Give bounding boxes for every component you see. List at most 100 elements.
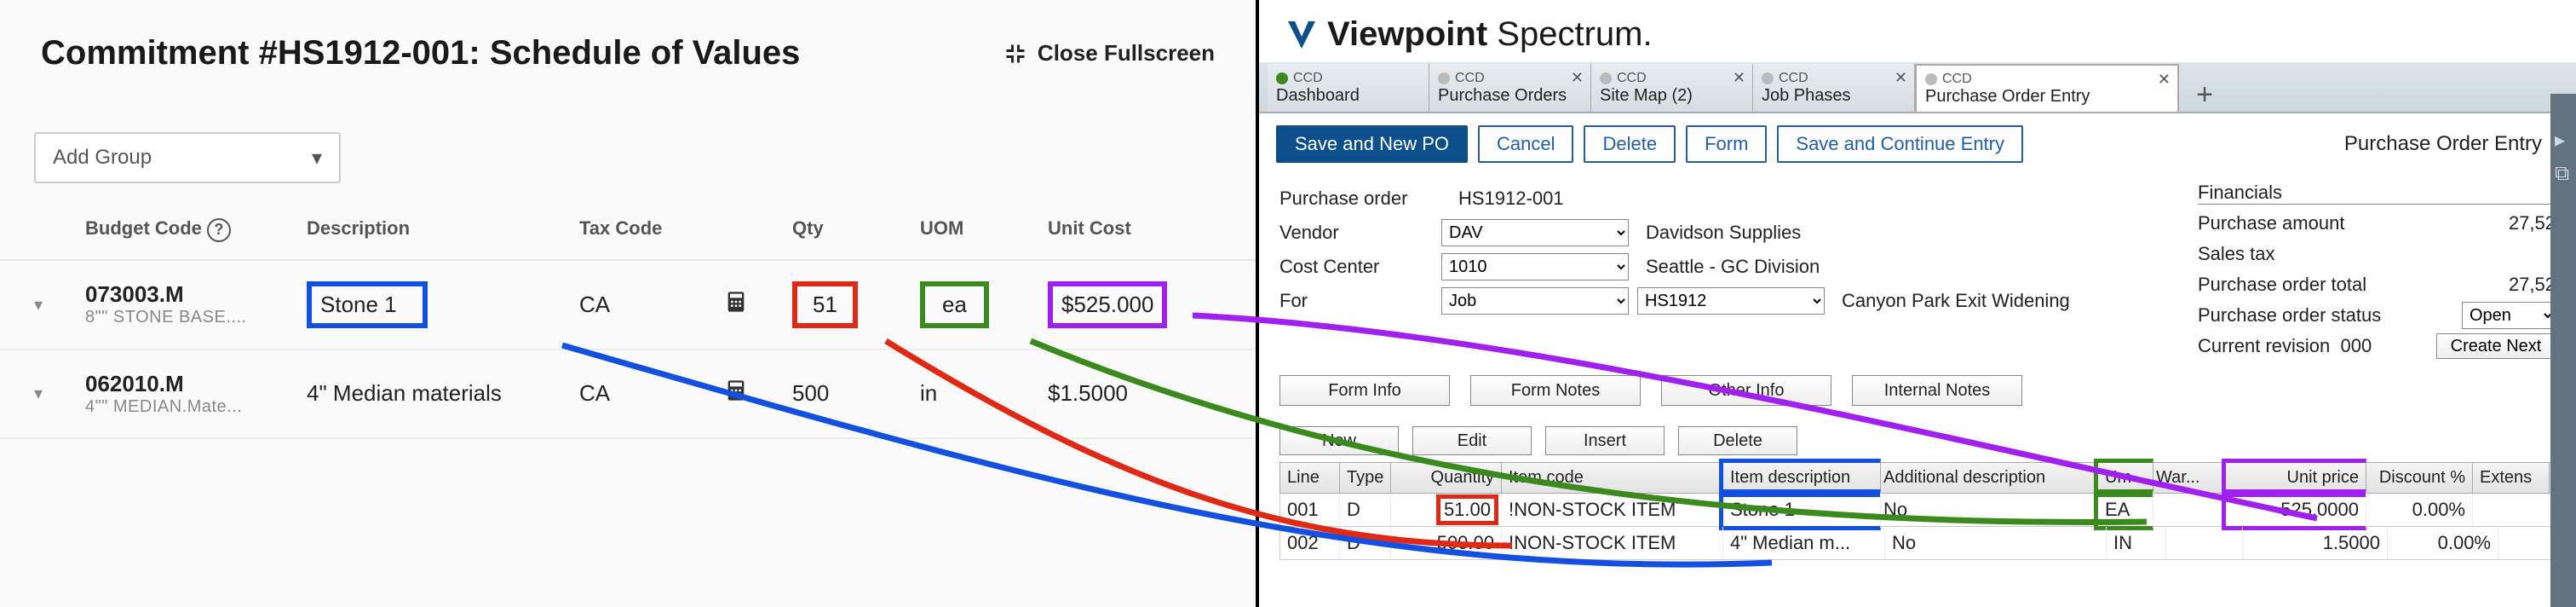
collapse-icon <box>1003 42 1027 66</box>
sov-qty: 500 <box>792 380 920 407</box>
page-title: Commitment #HS1912-001: Schedule of Valu… <box>41 34 800 72</box>
info-button-row: Form Info Form Notes Other Info Internal… <box>1279 375 2576 406</box>
for-label: For <box>1279 290 1441 312</box>
cc-label: Cost Center <box>1279 256 1441 278</box>
page-subtitle: Purchase Order Entry <box>2344 132 2542 156</box>
grid-edit-button[interactable]: Edit <box>1412 426 1532 455</box>
calculator-icon[interactable] <box>724 379 748 402</box>
tab-dot-icon <box>1762 72 1774 84</box>
save-continue-button[interactable]: Save and Continue Entry <box>1777 125 2023 163</box>
right-sidebar-strip[interactable]: ▸ ⧉ <box>2550 94 2576 607</box>
create-next-button[interactable]: Create Next <box>2436 333 2556 359</box>
sov-tax: CA <box>579 292 724 318</box>
close-icon[interactable]: ✕ <box>1571 69 1584 87</box>
left-panel: Commitment #HS1912-001: Schedule of Valu… <box>0 0 1259 607</box>
financials-header: Financials <box>2198 182 2556 205</box>
fin-rev-value: 000 <box>2341 335 2372 356</box>
new-tab-button[interactable]: + <box>2179 78 2230 112</box>
save-new-po-button[interactable]: Save and New PO <box>1276 125 1468 163</box>
delete-button[interactable]: Delete <box>1584 125 1676 163</box>
strip-icon[interactable]: ⧉ <box>2555 162 2572 179</box>
form-info-button[interactable]: Form Info <box>1279 375 1450 406</box>
sov-row[interactable]: ▾ 073003.M 8"" STONE BASE.... Stone 1 CA… <box>0 261 1256 350</box>
po-line-row[interactable]: 001 D 51.00 !NON-STOCK ITEM Stone 1 No E… <box>1279 494 2576 527</box>
grid-button-row: New Edit Insert Delete <box>1279 426 2576 455</box>
expand-icon[interactable]: ▾ <box>34 294 85 315</box>
close-fullscreen-label: Close Fullscreen <box>1038 40 1215 66</box>
status-select[interactable]: Open <box>2462 302 2556 329</box>
po-label: Purchase order <box>1279 188 1441 210</box>
fin-tax-label: Sales tax <box>2198 243 2275 265</box>
tab-job-phases[interactable]: CCD Job Phases ✕ <box>1753 64 1915 112</box>
fin-total-label: Purchase order total <box>2198 274 2366 296</box>
close-fullscreen-button[interactable]: Close Fullscreen <box>1003 40 1215 66</box>
close-icon[interactable]: ✕ <box>1733 69 1745 87</box>
vendor-select[interactable]: DAV <box>1441 219 1629 246</box>
vendor-label: Vendor <box>1279 222 1441 244</box>
cc-name: Seattle - GC Division <box>1646 256 1820 278</box>
tab-po-entry[interactable]: CCD Purchase Order Entry ✕ <box>1915 64 2179 112</box>
sov-desc: Stone 1 <box>307 281 428 328</box>
add-group-label: Add Group <box>53 146 152 170</box>
strip-icon[interactable]: ▸ <box>2555 128 2572 145</box>
toolbar: Save and New PO Cancel Delete Form Save … <box>1259 113 2576 175</box>
other-info-button[interactable]: Other Info <box>1661 375 1831 406</box>
for-job-select[interactable]: HS1912 <box>1637 287 1825 315</box>
po-desc: Stone 1 <box>1719 489 1881 530</box>
status-dot-icon <box>1276 72 1288 84</box>
sov-tax: CA <box>579 380 724 407</box>
sov-uom: ea <box>920 281 989 328</box>
sov-grid-header: Budget Code? Description Tax Code Qty UO… <box>0 217 1256 261</box>
po-grid-header: Line Type Quantity Item code Item descri… <box>1279 462 2576 494</box>
tab-dot-icon <box>1925 73 1937 85</box>
fin-total-value: 27,52 <box>2509 274 2556 296</box>
grid-delete-button[interactable]: Delete <box>1678 426 1797 455</box>
for-name: Canyon Park Exit Widening <box>1842 290 2070 312</box>
po-value: HS1912-001 <box>1458 188 1564 210</box>
fin-amount-value: 27,52 <box>2509 212 2556 234</box>
sov-cost: $525.000 <box>1048 281 1167 328</box>
brand-logo: Viewpoint Spectrum. <box>1259 0 2576 62</box>
po-qty: 51.00 <box>1436 494 1498 525</box>
fin-status-label: Purchase order status <box>2198 304 2381 327</box>
form-notes-button[interactable]: Form Notes <box>1470 375 1641 406</box>
col-qty-label: Qty <box>792 217 920 242</box>
po-form: Purchase orderHS1912-001 Vendor DAV Davi… <box>1279 182 2164 361</box>
financials-panel: Financials Purchase amount27,52 Sales ta… <box>2198 182 2556 361</box>
add-group-dropdown[interactable]: Add Group ▾ <box>34 132 341 183</box>
sov-desc: 4" Median materials <box>307 380 579 407</box>
brand-name-1: Viewpoint <box>1327 15 1487 53</box>
budget-sub: 4"" MEDIAN.Mate... <box>85 397 307 417</box>
viewpoint-icon <box>1285 18 1319 52</box>
help-icon[interactable]: ? <box>207 218 231 242</box>
chevron-down-icon: ▾ <box>312 146 322 171</box>
form-button[interactable]: Form <box>1686 125 1767 163</box>
budget-code: 062010.M <box>85 371 307 397</box>
grid-insert-button[interactable]: Insert <box>1545 426 1665 455</box>
tab-site-map[interactable]: CCD Site Map (2) ✕ <box>1591 64 1753 112</box>
po-price: 525.0000 <box>2222 489 2366 530</box>
cost-center-select[interactable]: 1010 <box>1441 253 1629 280</box>
budget-code: 073003.M <box>85 281 307 308</box>
internal-notes-button[interactable]: Internal Notes <box>1852 375 2022 406</box>
po-line-grid: Line Type Quantity Item code Item descri… <box>1279 462 2576 560</box>
sov-qty: 51 <box>792 281 858 328</box>
for-select[interactable]: Job <box>1441 287 1629 315</box>
sov-row[interactable]: ▾ 062010.M 4"" MEDIAN.Mate... 4" Median … <box>0 350 1256 439</box>
expand-icon[interactable]: ▾ <box>34 383 85 404</box>
calculator-icon[interactable] <box>724 290 748 314</box>
col-desc-label: Description <box>307 217 579 242</box>
po-line-row[interactable]: 002 D 500.00 !NON-STOCK ITEM 4" Median m… <box>1279 527 2576 560</box>
cancel-button[interactable]: Cancel <box>1478 125 1573 163</box>
sov-uom: in <box>920 380 1048 407</box>
fin-rev-label: Current revision <box>2198 335 2330 356</box>
tab-dashboard[interactable]: CCD Dashboard <box>1268 64 1429 112</box>
po-um: EA <box>2094 489 2153 530</box>
tab-purchase-orders[interactable]: CCD Purchase Orders ✕ <box>1429 64 1591 112</box>
col-cost-label: Unit Cost <box>1048 217 1193 242</box>
col-tax-label: Tax Code <box>579 217 724 242</box>
close-icon[interactable]: ✕ <box>1895 69 1907 87</box>
brand-name-2: Spectrum <box>1497 15 1642 53</box>
grid-new-button[interactable]: New <box>1279 426 1399 455</box>
close-icon[interactable]: ✕ <box>2158 71 2171 89</box>
